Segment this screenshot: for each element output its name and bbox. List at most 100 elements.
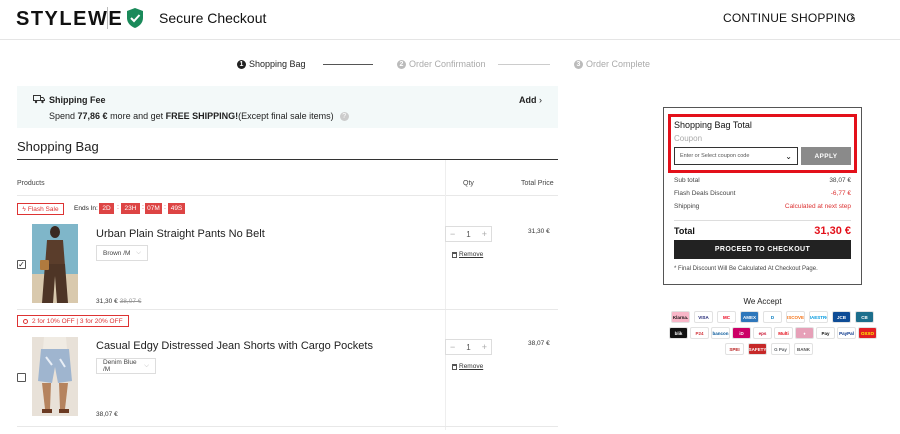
countdown-seconds: 49S — [168, 203, 185, 214]
plus-icon[interactable]: + — [482, 229, 487, 239]
payment-logo: PayPal — [837, 327, 856, 339]
shopping-bag-title: Shopping Bag — [17, 139, 99, 154]
proceed-to-checkout-button[interactable]: PROCEED TO CHECKOUT — [674, 240, 851, 259]
total-value: 31,30 € — [814, 225, 851, 237]
flash-sale-badge[interactable]: ϟ Flash Sale — [17, 203, 64, 215]
shopping-bag-total-title: Shopping Bag Total — [674, 120, 752, 130]
desc-text: (Except final sale items) — [238, 111, 334, 121]
step-connector — [498, 64, 550, 65]
product-1-image[interactable] — [32, 224, 78, 303]
remove-label: Remove — [459, 363, 484, 370]
plus-icon[interactable]: + — [482, 342, 487, 352]
divider — [17, 309, 558, 310]
step-label: Order Complete — [586, 59, 651, 69]
chevron-down-icon[interactable]: ⌄ — [785, 152, 792, 161]
promo-label: 2 for 10% OFF | 3 for 20% OFF — [32, 317, 123, 325]
trash-icon — [452, 363, 457, 370]
payment-logo: bancon — [711, 327, 730, 339]
payment-logo: BANK — [794, 343, 813, 355]
shipping-value: Calculated at next step — [784, 203, 851, 210]
free-shipping-text: FREE SHIPPING! — [165, 111, 239, 121]
product-2-variant-select[interactable]: Denim Blue /M ⌵ — [96, 358, 156, 374]
current-price: 31,30 € — [96, 298, 118, 305]
step-connector — [323, 64, 373, 65]
product-2-qty-stepper[interactable]: − 1 + — [445, 339, 492, 355]
column-divider — [445, 160, 446, 430]
countdown-hours: 23H — [121, 203, 140, 214]
payment-logo: MAESTRO — [809, 311, 828, 323]
product-2-checkbox[interactable] — [17, 373, 26, 382]
total-label: Total — [674, 226, 695, 236]
divider — [17, 195, 558, 196]
subtotal-row: Sub total 38,07 € — [674, 177, 851, 184]
payment-logo: JCB — [832, 311, 851, 323]
apply-button[interactable]: APPLY — [801, 147, 851, 165]
original-price: 38,07 € — [119, 298, 142, 305]
product-1-name[interactable]: Urban Plain Straight Pants No Belt — [96, 228, 265, 240]
product-1-total-price: 31,30 € — [528, 228, 550, 235]
lightning-icon: ϟ — [22, 205, 26, 213]
step-label: Order Confirmation — [409, 59, 486, 69]
chevron-right-icon[interactable]: › — [850, 9, 854, 24]
shipping-fee-description: Spend 77,86 € more and get FREE SHIPPING… — [49, 111, 349, 122]
product-1-checkbox[interactable]: ✓ — [17, 260, 26, 269]
coupon-label: Coupon — [674, 134, 703, 143]
qty-value[interactable]: 1 — [466, 343, 470, 352]
col-total-price: Total Price — [521, 180, 554, 187]
promo-icon — [23, 318, 28, 324]
payment-logo: SAFETY — [748, 343, 767, 355]
product-1-remove-button[interactable]: Remove — [452, 251, 483, 258]
final-discount-note: * Final Discount Will Be Calculated At C… — [674, 266, 818, 272]
product-2-total-price: 38,07 € — [528, 340, 550, 347]
payment-logo: VISA — [694, 311, 713, 323]
payment-logo: MC — [717, 311, 736, 323]
step-number: 3 — [574, 59, 583, 69]
secure-checkout-label: Secure Checkout — [159, 10, 267, 26]
payment-logo: blik — [669, 327, 688, 339]
minus-icon[interactable]: − — [450, 229, 455, 239]
product-2-name[interactable]: Casual Edgy Distressed Jean Shorts with … — [96, 340, 373, 352]
product-1-qty-stepper[interactable]: − 1 + — [445, 226, 492, 242]
add-label: Add — [519, 95, 537, 105]
qty-value[interactable]: 1 — [466, 230, 470, 239]
header: STYLEWE Secure Checkout CONTINUE SHOPPIN… — [0, 0, 900, 40]
shipping-fee-banner: Shipping Fee Spend 77,86 € more and get … — [17, 86, 558, 128]
product-2-remove-button[interactable]: Remove — [452, 363, 483, 370]
multi-buy-promo-badge[interactable]: 2 for 10% OFF | 3 for 20% OFF — [17, 315, 129, 327]
flash-discount-value: -6,77 € — [830, 190, 851, 197]
payment-methods-row: Klarna. VISA MC AMEX D DISCOVER MAESTRO JCB CB — [671, 311, 874, 323]
divider — [17, 159, 558, 160]
col-qty: Qty — [463, 180, 474, 187]
payment-logo: AMEX — [740, 311, 759, 323]
countdown-sep: : — [164, 204, 166, 211]
divider — [17, 426, 558, 427]
help-icon[interactable]: ? — [339, 112, 349, 122]
payment-logo: Multi — [774, 327, 793, 339]
payment-logo: ♦ — [795, 327, 814, 339]
payment-logo: DISCOVER — [786, 311, 805, 323]
divider — [674, 220, 851, 221]
payment-methods-row: SPEI SAFETY G Pay BANK — [725, 343, 813, 355]
payment-logo: G Pay — [771, 343, 790, 355]
product-2-image[interactable] — [32, 337, 78, 416]
step-order-complete: 3 Order Complete — [574, 59, 650, 69]
trash-icon — [452, 251, 457, 258]
chevron-down-icon: ⌵ — [136, 249, 141, 256]
chevron-down-icon: ⌵ — [144, 362, 149, 369]
shipping-fee-title: Shipping Fee — [49, 95, 106, 105]
minus-icon[interactable]: − — [450, 342, 455, 352]
desc-text: more and get — [107, 111, 166, 121]
ends-in-label: Ends In: — [74, 205, 98, 212]
product-1-variant-select[interactable]: Brown /M ⌵ — [96, 245, 148, 261]
add-more-link[interactable]: Add › — [519, 95, 542, 105]
shipping-label: Shipping — [674, 203, 700, 210]
coupon-input[interactable]: Enter or Select coupon code ⌄ — [674, 147, 798, 165]
step-label: Shopping Bag — [249, 59, 306, 69]
payment-logo: eps — [753, 327, 772, 339]
payment-logo: P24 — [690, 327, 709, 339]
flash-discount-label: Flash Deals Discount — [674, 190, 736, 197]
payment-logo: OXXO — [858, 327, 877, 339]
countdown-sep: : — [117, 204, 119, 211]
continue-shopping-link[interactable]: CONTINUE SHOPPING — [723, 11, 856, 25]
payment-logo: Klarna. — [671, 311, 690, 323]
